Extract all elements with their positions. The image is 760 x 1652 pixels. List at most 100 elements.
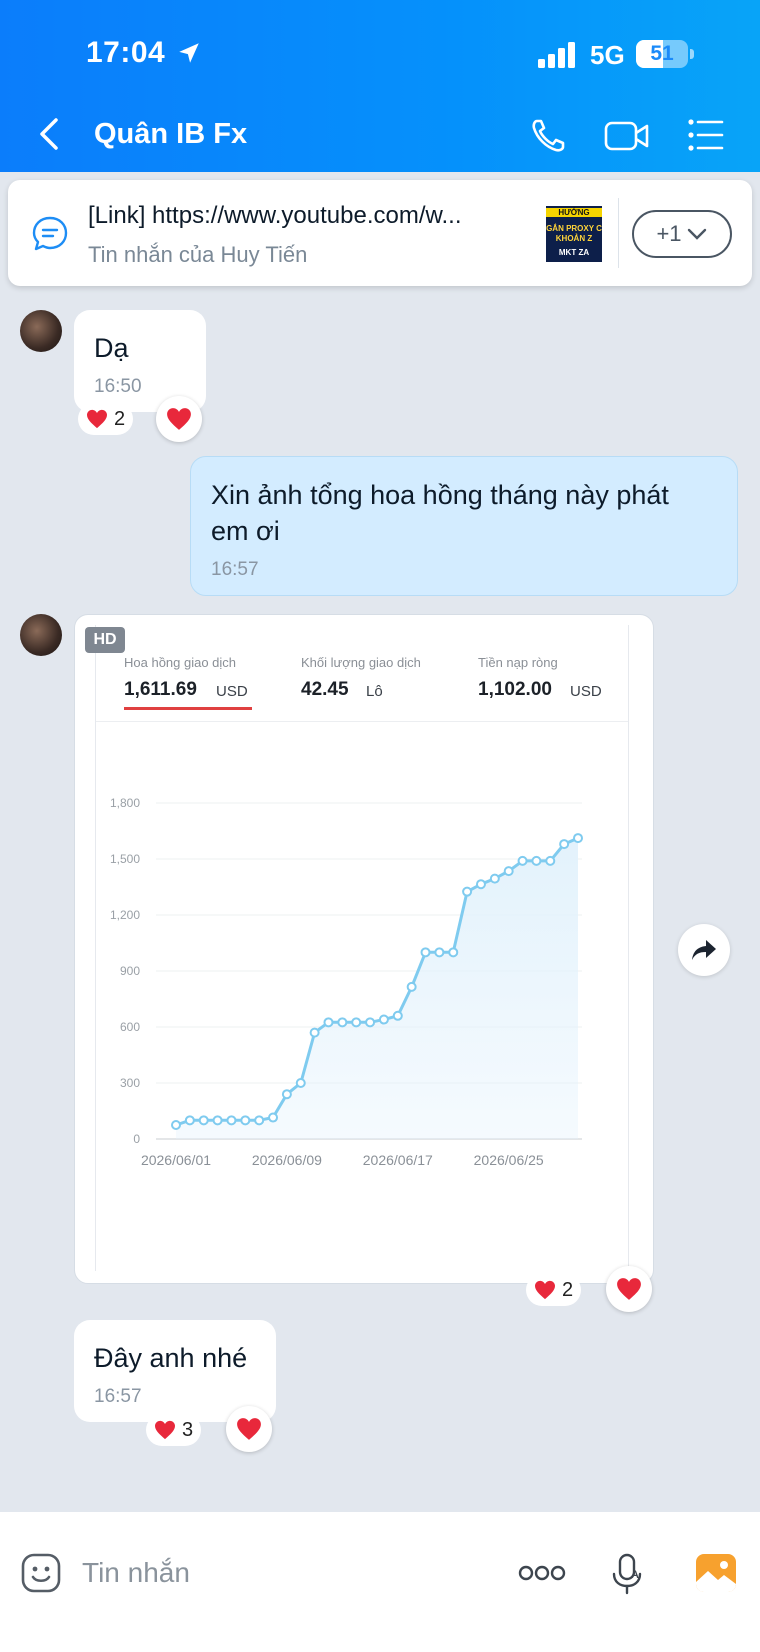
outgoing-message-bubble[interactable]: Xin ảnh tổng hoa hồng tháng này phát em …: [190, 456, 738, 596]
data-point: [171, 1120, 181, 1130]
data-point: [434, 947, 445, 958]
pinned-sender: Tin nhắn của Huy Tiến: [88, 242, 308, 267]
data-point: [378, 1014, 389, 1025]
reaction-summary[interactable]: 2: [526, 1274, 582, 1306]
data-point: [337, 1017, 348, 1028]
react-heart-button[interactable]: [606, 1266, 652, 1312]
image-message[interactable]: Hoa hồng giao dịch 1,611.69 USD Khối lượ…: [74, 614, 654, 1284]
react-heart-button[interactable]: [226, 1406, 272, 1452]
data-point: [184, 1115, 195, 1126]
heart-icon: [167, 408, 191, 430]
data-point: [351, 1017, 362, 1028]
thumb-line-2: GẮN PROXY C: [546, 224, 602, 233]
data-point: [503, 866, 514, 877]
y-tick-label: 0: [133, 1132, 140, 1146]
message-input[interactable]: [82, 1550, 462, 1596]
thumb-line-1: HƯỚNG: [546, 208, 602, 217]
more-options-icon[interactable]: [518, 1564, 566, 1582]
more-pinned-count: +1: [656, 221, 682, 246]
data-point: [545, 855, 556, 866]
data-point: [309, 1027, 320, 1038]
y-tick-label: 900: [120, 964, 140, 978]
data-point: [212, 1115, 223, 1126]
reaction-summary[interactable]: 2: [78, 403, 134, 435]
sender-avatar[interactable]: [20, 614, 62, 656]
x-tick-label: 2026/06/09: [252, 1152, 322, 1168]
pinned-message-banner[interactable]: [Link] https://www.youtube.com/w... Tin …: [8, 180, 752, 286]
data-point: [281, 1089, 292, 1100]
thumb-line-4: MKT ZA: [558, 248, 590, 257]
data-point: [559, 839, 570, 850]
reaction-count: 2: [114, 407, 126, 430]
location-arrow-icon: [179, 43, 199, 63]
forward-button[interactable]: [678, 924, 730, 976]
share-arrow-icon: [692, 940, 716, 960]
message-text: Đây anh nhé: [94, 1343, 248, 1373]
link-thumbnail: HƯỚNG GẮN PROXY C KHOẢN Z MKT ZA: [546, 206, 602, 262]
data-point: [420, 947, 431, 958]
data-point: [475, 879, 486, 890]
pinned-divider: [618, 198, 619, 268]
battery-level: 51: [650, 42, 674, 65]
y-tick-label: 1,500: [110, 852, 140, 866]
react-heart-button[interactable]: [156, 396, 202, 442]
message-time: 16:50: [94, 376, 142, 397]
more-pinned-button[interactable]: +1: [632, 210, 732, 258]
commission-screenshot: Hoa hồng giao dịch 1,611.69 USD Khối lượ…: [95, 625, 629, 1271]
hd-badge: HD: [85, 627, 125, 653]
heart-icon: [237, 1418, 261, 1440]
phone-call-icon[interactable]: [528, 116, 568, 156]
y-tick-label: 300: [120, 1076, 140, 1090]
chat-header: 17:04 5G 51 Quân IB Fx: [0, 0, 760, 172]
data-point: [323, 1017, 334, 1028]
data-point: [295, 1078, 306, 1088]
heart-icon: [87, 409, 107, 429]
video-call-icon[interactable]: [604, 118, 650, 154]
chevron-down-icon: [687, 228, 706, 240]
voice-to-text-mic-icon[interactable]: A: [610, 1552, 644, 1596]
data-point: [392, 1010, 403, 1021]
message-time: 16:57: [211, 559, 259, 580]
commission-line-chart: 0 300 600 900 1,200 1,500 1,800 2026/06/01 2026/…: [110, 796, 583, 1168]
data-point: [226, 1115, 237, 1126]
data-point: [240, 1115, 251, 1126]
pinned-title: [Link] https://www.youtube.com/w...: [88, 202, 462, 229]
area-fill: [176, 838, 578, 1139]
y-tick-label: 1,200: [110, 908, 140, 922]
message-text: Dạ: [94, 333, 129, 363]
message-text-line-1: Xin ảnh tổng hoa hồng tháng này phát: [211, 480, 669, 510]
data-point: [406, 981, 417, 992]
message-text-line-2: em ơi: [211, 516, 280, 546]
chat-title[interactable]: Quân IB Fx: [94, 118, 247, 151]
svg-text:A: A: [631, 1569, 639, 1581]
gallery-image-icon[interactable]: [694, 1552, 738, 1594]
x-tick-label: 2026/06/01: [141, 1152, 211, 1168]
reaction-count: 3: [182, 1418, 194, 1441]
data-point: [198, 1115, 209, 1126]
message-composer: A: [0, 1512, 760, 1652]
data-point: [531, 855, 542, 866]
sticker-icon[interactable]: [20, 1552, 62, 1594]
status-time: 17:04: [86, 36, 166, 69]
data-point: [365, 1017, 376, 1028]
data-point: [462, 886, 473, 897]
heart-icon: [155, 1420, 175, 1440]
data-point: [517, 855, 528, 866]
y-tick-label: 1,800: [110, 796, 140, 810]
network-type: 5G: [590, 40, 625, 70]
data-point: [268, 1112, 279, 1123]
thumb-line-3: KHOẢN Z: [555, 234, 593, 243]
list-menu-icon[interactable]: [686, 116, 726, 154]
data-point: [489, 873, 500, 884]
heart-icon: [535, 1280, 555, 1300]
battery-tip: [690, 49, 694, 59]
heart-icon: [617, 1278, 641, 1300]
message-time: 16:57: [94, 1386, 142, 1407]
y-tick-label: 600: [120, 1020, 140, 1034]
reaction-summary[interactable]: 3: [146, 1414, 202, 1446]
back-chevron-icon[interactable]: [34, 114, 64, 154]
data-point: [448, 947, 459, 958]
sender-avatar[interactable]: [20, 310, 62, 352]
x-tick-label: 2026/06/25: [474, 1152, 544, 1168]
data-point: [573, 833, 583, 844]
